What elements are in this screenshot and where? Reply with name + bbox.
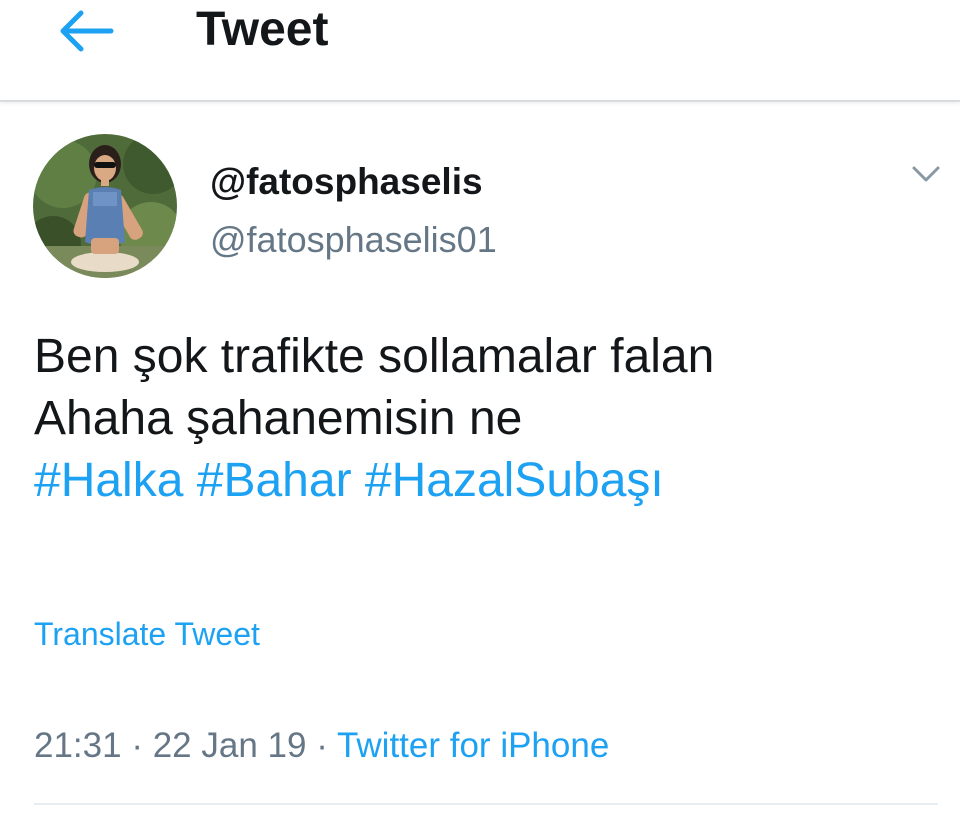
page-title: Tweet [196,3,329,56]
translate-tweet-link[interactable]: Translate Tweet [34,614,260,654]
tweet-date: 22 Jan 19 [152,726,307,765]
arrow-left-icon [60,10,114,52]
tweet-source-link[interactable]: Twitter for iPhone [337,726,609,765]
author-handle[interactable]: @fatosphaselis01 [210,218,497,262]
tweet-text-line: Ben şok trafikte sollamalar falan [34,330,715,383]
avatar[interactable] [33,134,177,278]
meta-separator: · [131,726,143,765]
back-button[interactable] [52,8,118,54]
hashtag-link[interactable]: #Halka [34,454,183,507]
hashtag-list: #Halka #Bahar #HazalSubaşı [34,450,934,512]
top-bar: Tweet [0,0,960,102]
hashtag-link[interactable]: #Bahar [197,454,352,507]
hashtag-link[interactable]: #HazalSubaşı [365,454,664,507]
meta-separator: · [316,726,328,765]
profile-photo [33,134,177,278]
tweet-text: Ben şok trafikte sollamalar falan Ahaha … [34,326,934,512]
chevron-down-icon [912,166,940,182]
tweet-text-line: Ahaha şahanemisin ne [34,392,523,445]
tweet-time: 21:31 [34,726,122,765]
divider [34,803,938,805]
author-display-name[interactable]: @fatosphaselis [210,160,483,204]
more-options-button[interactable] [906,158,946,190]
tweet-metadata: 21:31 · 22 Jan 19 · Twitter for iPhone [34,724,609,768]
